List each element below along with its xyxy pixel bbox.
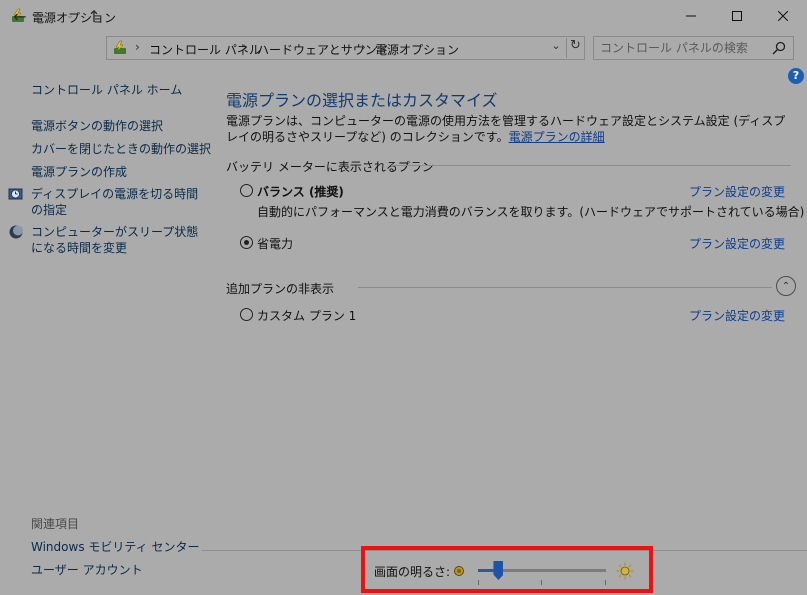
breadcrumb-hardware-sound[interactable]: ハードウェアとサウンド <box>257 41 389 58</box>
change-plan-settings-link[interactable]: プラン設定の変更 <box>689 307 785 324</box>
close-button[interactable] <box>760 0 806 32</box>
recent-locations-button[interactable]: ⌄ <box>63 5 77 27</box>
address-dropdown-button[interactable]: ⌄ <box>549 39 563 57</box>
arrow-right-icon: → <box>41 6 55 26</box>
section-divider <box>358 287 772 288</box>
plan-radio-power-saver[interactable] <box>240 236 253 249</box>
display-off-time-link[interactable]: ディスプレイの電源を切る時間の指定 <box>31 186 201 218</box>
breadcrumb-power-options[interactable]: 電源オプション <box>375 41 459 58</box>
related-items-heading: 関連項目 <box>31 517 80 531</box>
section-divider <box>391 165 791 166</box>
search-box[interactable] <box>593 36 794 60</box>
control-panel-home-link[interactable]: コントロール パネル ホーム <box>31 81 182 98</box>
up-button[interactable]: ↑ <box>83 5 105 27</box>
back-button[interactable]: ← <box>9 5 31 27</box>
user-accounts-link[interactable]: ユーザー アカウント <box>31 561 143 578</box>
plan-name-balanced[interactable]: バランス (推奨) <box>257 183 344 200</box>
sleep-time-link[interactable]: コンピューターがスリープ状態になる時間を変更 <box>31 224 201 256</box>
breadcrumb-separator-icon: › <box>135 40 140 54</box>
minimize-button[interactable] <box>668 0 714 32</box>
search-icon[interactable] <box>772 41 786 55</box>
power-plan-details-link[interactable]: 電源プランの詳細 <box>509 130 605 144</box>
create-power-plan-link[interactable]: 電源プランの作成 <box>31 163 127 180</box>
mobility-center-link[interactable]: Windows モビリティ センター <box>31 538 199 555</box>
power-button-action-link[interactable]: 電源ボタンの動作の選択 <box>31 117 163 134</box>
plan-description-balanced: 自動的にパフォーマンスと電力消費のバランスを取ります。(ハードウェアでサポートさ… <box>257 205 805 219</box>
arrow-up-icon: ↑ <box>87 6 101 26</box>
plan-radio-balanced[interactable] <box>240 184 253 197</box>
hidden-plans-section-title: 追加プランの非表示 <box>226 282 335 296</box>
minimize-icon <box>686 15 696 17</box>
help-icon[interactable]: ? <box>788 68 804 84</box>
arrow-left-icon: ← <box>13 6 27 26</box>
breadcrumb-separator-icon: › <box>243 40 248 54</box>
breadcrumb-separator-icon: › <box>361 40 366 54</box>
display-clock-icon <box>8 188 23 200</box>
description-text: 電源プランは、コンピューターの電源の使用方法を管理するハードウェア設定とシステム… <box>226 114 786 144</box>
brightness-highlight-box <box>361 546 653 593</box>
battery-plans-section-title: バッテリ メーターに表示されるプラン <box>226 160 434 174</box>
search-input[interactable] <box>600 39 760 57</box>
power-options-icon <box>114 40 126 54</box>
refresh-icon: ↻ <box>570 38 581 53</box>
plan-radio-custom[interactable] <box>240 308 253 321</box>
plan-name-custom[interactable]: カスタム プラン 1 <box>257 307 356 324</box>
address-bar[interactable]: › コントロール パネル › ハードウェアとサウンド › 電源オプション ⌄ ↻ <box>106 36 585 60</box>
sleep-moon-icon <box>9 225 23 239</box>
lid-close-action-link[interactable]: カバーを閉じたときの動作の選択 <box>31 140 211 157</box>
chevron-down-icon: ⌄ <box>66 11 74 21</box>
refresh-button[interactable]: ↻ <box>566 38 584 58</box>
collapse-section-button[interactable]: ⌃ <box>776 276 796 296</box>
forward-button[interactable]: → <box>37 5 59 27</box>
maximize-button[interactable] <box>714 0 760 32</box>
page-title: 電源プランの選択またはカスタマイズ <box>226 91 498 110</box>
maximize-icon <box>732 11 742 21</box>
change-plan-settings-link[interactable]: プラン設定の変更 <box>689 183 785 200</box>
change-plan-settings-link[interactable]: プラン設定の変更 <box>689 235 785 252</box>
chevron-up-icon: ⌃ <box>781 280 791 292</box>
page-description: 電源プランは、コンピューターの電源の使用方法を管理するハードウェア設定とシステム… <box>226 113 794 145</box>
close-icon <box>778 11 788 21</box>
plan-name-power-saver[interactable]: 省電力 <box>257 235 293 252</box>
